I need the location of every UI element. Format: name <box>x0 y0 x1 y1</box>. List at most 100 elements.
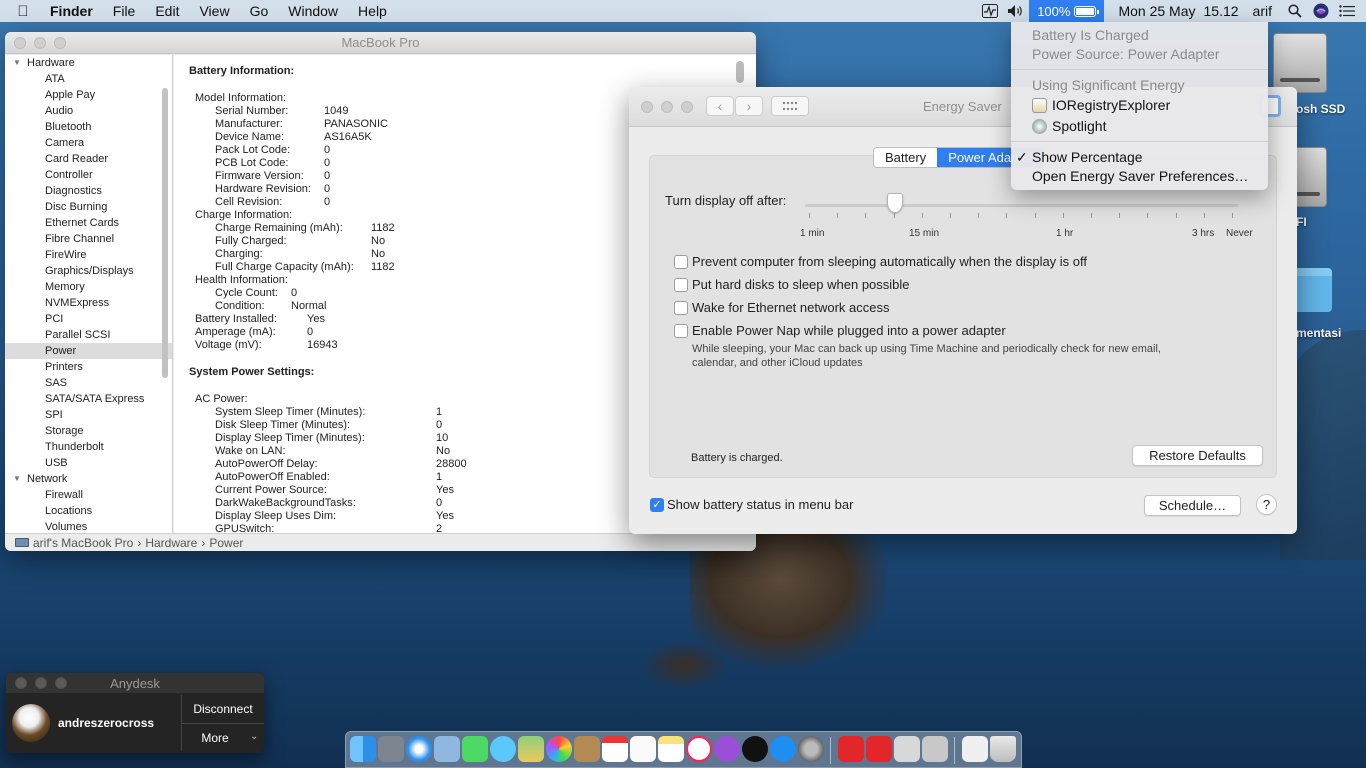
spotlight-search-icon[interactable] <box>1282 0 1308 22</box>
document-icon[interactable] <box>962 736 988 762</box>
help-button[interactable]: ? <box>1256 494 1277 515</box>
anydesk-icon-2[interactable] <box>866 736 892 762</box>
sidebar-item[interactable]: USB <box>5 455 172 471</box>
show-percentage-item[interactable]: Show Percentage <box>1032 149 1143 165</box>
desktop-drive-icon[interactable] <box>1273 33 1327 93</box>
apple-tv-icon[interactable] <box>742 736 768 762</box>
sidebar-item[interactable]: Memory <box>5 279 172 295</box>
disconnect-button[interactable]: Disconnect <box>182 695 264 722</box>
sidebar-item[interactable]: Diagnostics <box>5 183 172 199</box>
power-nap-checkbox[interactable] <box>674 324 688 338</box>
more-button[interactable]: More <box>182 724 248 751</box>
menu-user[interactable]: arif <box>1247 3 1282 19</box>
reminders-icon[interactable] <box>630 736 656 762</box>
sidebar-item[interactable]: Ethernet Cards <box>5 215 172 231</box>
sidebar-item[interactable]: FireWire <box>5 247 172 263</box>
menu-file[interactable]: File <box>103 3 146 19</box>
battery-menu-extra[interactable]: 100% <box>1029 0 1105 22</box>
zoom-button[interactable] <box>54 36 66 49</box>
sidebar-item[interactable]: Controller <box>5 167 172 183</box>
notification-center-icon[interactable] <box>1334 0 1360 22</box>
safari-icon[interactable] <box>406 736 432 762</box>
contacts-icon[interactable] <box>574 736 600 762</box>
display-sleep-slider[interactable] <box>805 204 1238 207</box>
activity-monitor-icon[interactable] <box>977 0 1003 22</box>
menu-window[interactable]: Window <box>278 3 348 19</box>
maps-icon[interactable] <box>518 736 544 762</box>
sidebar-item[interactable]: NVMExpress <box>5 295 172 311</box>
apple-menu-icon[interactable]:  <box>14 2 32 20</box>
prevent-sleep-checkbox[interactable] <box>674 255 688 269</box>
sidebar-group-network[interactable]: Network <box>5 471 172 487</box>
restore-defaults-button[interactable]: Restore Defaults <box>1132 445 1263 466</box>
menu-help[interactable]: Help <box>348 3 397 19</box>
close-button[interactable] <box>15 677 27 689</box>
disk-sleep-checkbox[interactable] <box>674 278 688 292</box>
sidebar-item[interactable]: Audio <box>5 103 172 119</box>
anydesk-icon[interactable] <box>838 736 864 762</box>
anydesk-titlebar[interactable]: Anydesk <box>6 673 264 693</box>
podcasts-icon[interactable] <box>714 736 740 762</box>
sidebar-group-hardware[interactable]: Hardware <box>5 55 172 71</box>
open-prefs-item[interactable]: Open Energy Saver Preferences… <box>1032 168 1248 184</box>
launchpad-icon[interactable] <box>378 736 404 762</box>
preview-icon[interactable] <box>434 736 460 762</box>
chevron-down-icon[interactable]: ⌄ <box>250 731 258 742</box>
zoom-button[interactable] <box>681 100 693 113</box>
path-segment[interactable]: arif's MacBook Pro <box>33 536 133 550</box>
sidebar-item[interactable]: ATA <box>5 71 172 87</box>
forward-button[interactable]: › <box>735 96 763 116</box>
minimize-button[interactable] <box>34 36 46 49</box>
ioregistry-dock-icon[interactable] <box>922 736 948 762</box>
trash-icon[interactable] <box>990 736 1016 762</box>
sidebar-item[interactable]: Storage <box>5 423 172 439</box>
sidebar-item[interactable]: Fibre Channel <box>5 231 172 247</box>
minimize-button[interactable] <box>661 100 673 113</box>
sidebar-item[interactable]: Parallel SCSI <box>5 327 172 343</box>
sidebar-scrollbar[interactable] <box>162 88 168 378</box>
sidebar-item[interactable]: Card Reader <box>5 151 172 167</box>
sidebar-item[interactable]: Disc Burning <box>5 199 172 215</box>
sidebar-item[interactable]: Locations <box>5 503 172 519</box>
sidebar-item[interactable]: Bluetooth <box>5 119 172 135</box>
slider-thumb[interactable] <box>887 193 903 213</box>
siri-icon[interactable] <box>1308 0 1334 22</box>
menu-edit[interactable]: Edit <box>145 3 189 19</box>
energy-app-item[interactable]: IORegistryExplorer <box>1052 97 1170 113</box>
show-battery-status-checkbox[interactable]: ✓ <box>650 498 664 512</box>
sidebar-item[interactable]: Printers <box>5 359 172 375</box>
volume-icon[interactable] <box>1003 0 1029 22</box>
facetime-icon[interactable] <box>462 736 488 762</box>
menu-go[interactable]: Go <box>240 3 279 19</box>
console-icon[interactable] <box>894 736 920 762</box>
menu-view[interactable]: View <box>189 3 239 19</box>
minimize-button[interactable] <box>35 677 47 689</box>
show-all-grid-icon[interactable] <box>771 96 809 116</box>
sidebar-item[interactable]: Power <box>5 343 172 359</box>
sidebar-item[interactable]: SATA/SATA Express <box>5 391 172 407</box>
menu-date[interactable]: Mon 25 May <box>1104 3 1203 19</box>
sidebar-item[interactable]: SPI <box>5 407 172 423</box>
close-button[interactable] <box>14 36 26 49</box>
notes-icon[interactable] <box>658 736 684 762</box>
wake-ethernet-checkbox[interactable] <box>674 301 688 315</box>
sidebar-item[interactable]: SAS <box>5 375 172 391</box>
energy-app-item[interactable]: Spotlight <box>1052 118 1106 134</box>
calendar-icon[interactable] <box>602 736 628 762</box>
sidebar-item[interactable]: Apple Pay <box>5 87 172 103</box>
menu-app-name[interactable]: Finder <box>40 3 103 19</box>
zoom-button[interactable] <box>55 677 67 689</box>
path-segment[interactable]: Power <box>209 536 243 550</box>
back-button[interactable]: ‹ <box>706 96 734 116</box>
menu-time[interactable]: 15.12 <box>1204 3 1247 19</box>
sidebar-item[interactable]: Graphics/Displays <box>5 263 172 279</box>
path-segment[interactable]: Hardware <box>145 536 197 550</box>
sidebar-item[interactable]: Firewall <box>5 487 172 503</box>
photos-icon[interactable] <box>546 736 572 762</box>
system-preferences-icon[interactable] <box>798 736 824 762</box>
sysinfo-titlebar[interactable]: MacBook Pro <box>5 32 756 54</box>
detail-scrollbar[interactable] <box>736 61 744 83</box>
music-icon[interactable] <box>686 736 712 762</box>
messages-icon[interactable] <box>490 736 516 762</box>
tab-battery[interactable]: Battery <box>874 148 937 167</box>
